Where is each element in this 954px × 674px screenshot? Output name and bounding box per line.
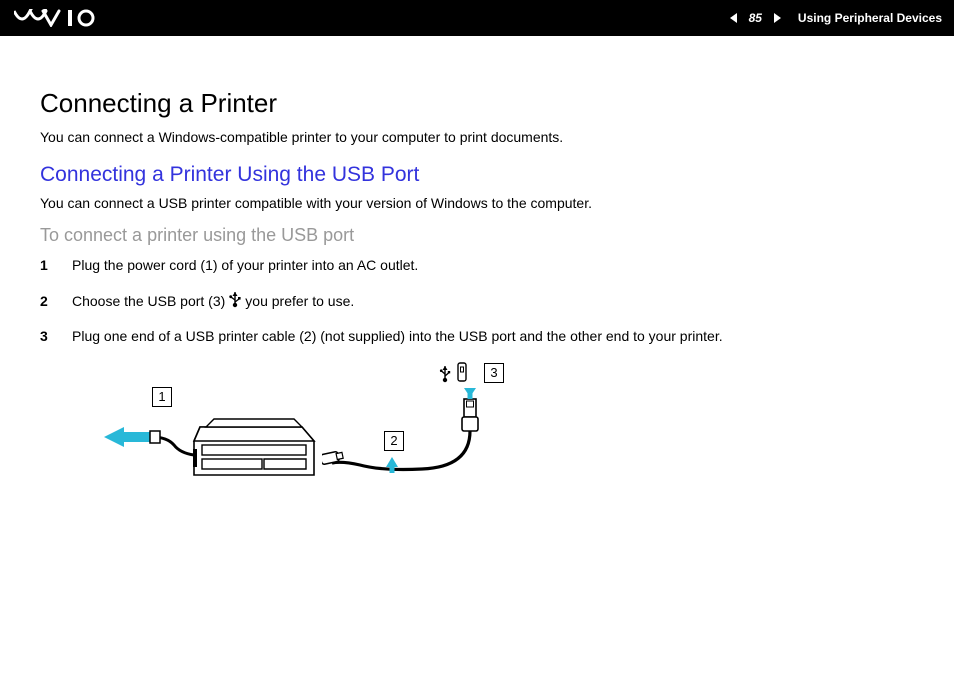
usb-port-icon [434,361,484,387]
step-text-before: Choose the USB port (3) [72,292,225,312]
page-content: Connecting a Printer You can connect a W… [0,36,954,521]
step-text: Plug one end of a USB printer cable (2) … [72,327,723,347]
next-page-arrow[interactable] [770,11,784,25]
step-number: 2 [40,293,72,309]
printer-illustration [102,405,332,505]
step-number: 1 [40,257,72,273]
step-item: 1 Plug the power cord (1) of your printe… [40,256,914,276]
step-text: Choose the USB port (3) you prefer to us… [72,290,354,314]
header-bar: 85 Using Peripheral Devices [0,0,954,36]
step-text: Plug the power cord (1) of your printer … [72,256,418,276]
procedure-title: To connect a printer using the USB port [40,225,914,246]
intro-text: You can connect a Windows-compatible pri… [40,129,914,145]
step-item: 2 Choose the USB port (3) you prefer to … [40,290,914,314]
vaio-logo [14,9,100,27]
page-number: 85 [749,11,762,25]
diagram-callout-1: 1 [152,387,172,407]
page-title: Connecting a Printer [40,88,914,119]
connection-diagram: 3 1 2 [112,361,552,521]
usb-cable-illustration [322,387,502,497]
section-title: Using Peripheral Devices [798,11,942,25]
step-list: 1 Plug the power cord (1) of your printe… [40,256,914,347]
step-item: 3 Plug one end of a USB printer cable (2… [40,327,914,347]
diagram-callout-3: 3 [484,363,504,383]
section-subtitle: Connecting a Printer Using the USB Port [40,163,914,187]
step-number: 3 [40,328,72,344]
usb-icon [228,290,242,314]
sub-intro-text: You can connect a USB printer compatible… [40,195,914,211]
step-text-after: you prefer to use. [245,292,354,312]
header-nav: 85 Using Peripheral Devices [727,11,942,25]
prev-page-arrow[interactable] [727,11,741,25]
